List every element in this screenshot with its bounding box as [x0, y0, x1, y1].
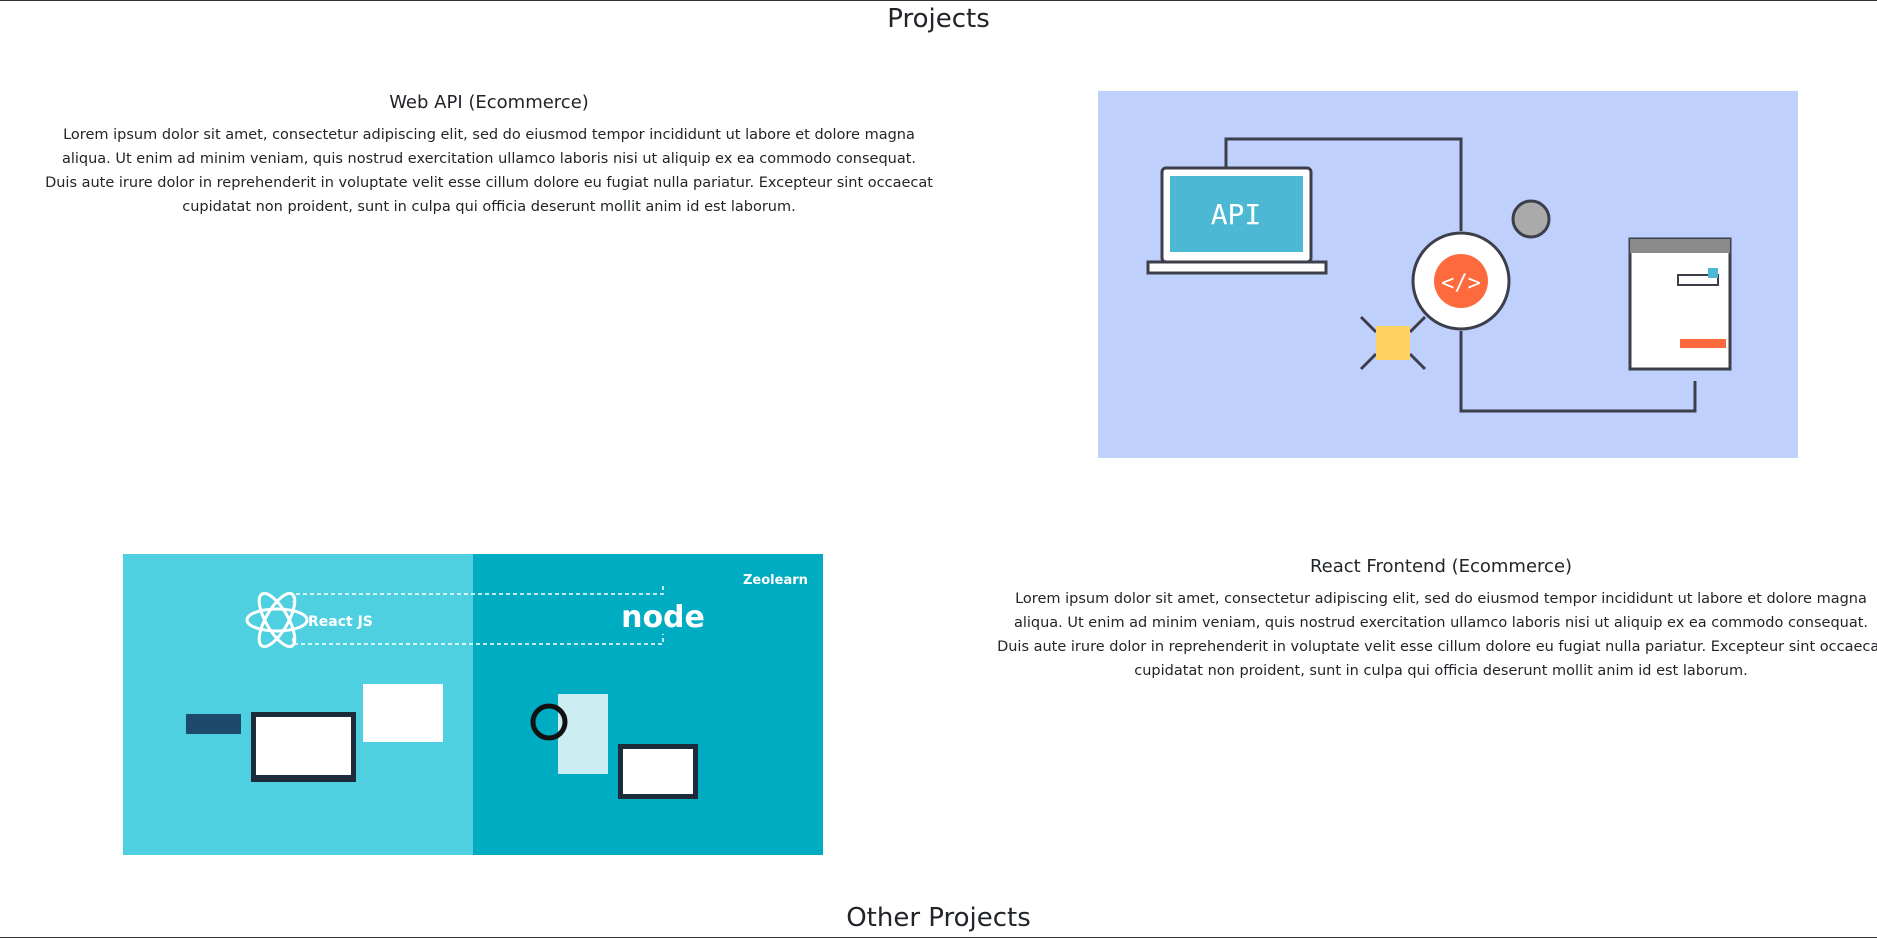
node-label: node [621, 600, 705, 635]
web-api-illustration: API </> [1098, 91, 1798, 458]
project-title-react-frontend: React Frontend (Ecommerce) [1309, 556, 1573, 577]
api-label: API [1211, 198, 1262, 231]
page-title: Projects [887, 4, 990, 34]
react-js-label: React JS [308, 614, 373, 630]
top-divider [0, 0, 1877, 1]
zeolearn-label: Zeolearn [743, 573, 808, 588]
project-description-react-frontend: Lorem ipsum dolor sit amet, consectetur … [997, 591, 1877, 679]
react-node-illustration: React JS node Zeolearn [123, 554, 823, 855]
svg-text:</>: </> [1441, 271, 1481, 296]
project-title-web-api: Web API (Ecommerce) [389, 92, 589, 113]
bottom-divider [0, 937, 1877, 938]
project-description-web-api: Lorem ipsum dolor sit amet, consectetur … [45, 127, 933, 215]
other-projects-title: Other Projects [846, 903, 1031, 933]
